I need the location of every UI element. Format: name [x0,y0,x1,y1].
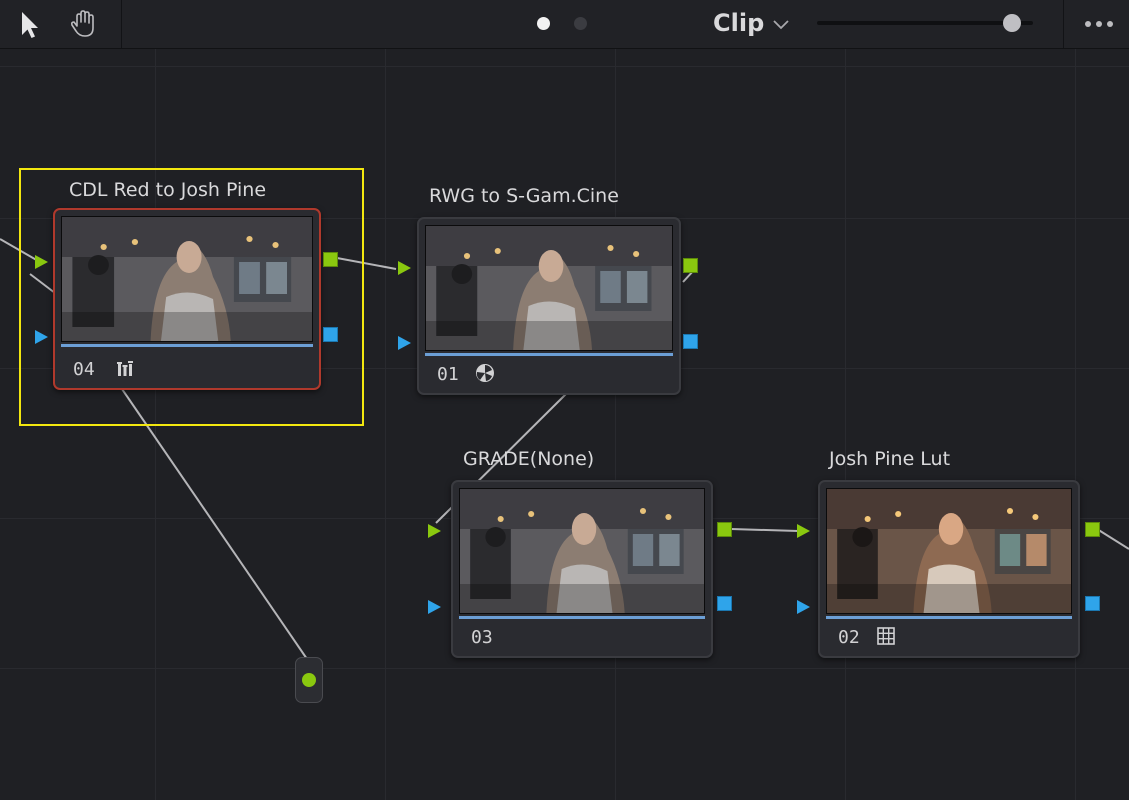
rgb-output-port[interactable] [323,252,338,267]
node-editor-toolbar: Clip [0,0,1129,49]
node-progress-bar [425,353,673,356]
mode-selector-label[interactable]: Clip [713,9,764,37]
thumbnail-image [827,489,1071,613]
more-dots-icon[interactable] [1080,14,1120,34]
hand-icon [70,10,94,37]
thumbnail-image [62,217,312,341]
zoom-slider-track[interactable] [817,21,1033,25]
node-number: 01 [437,364,459,385]
node-number: 02 [838,627,860,648]
node-graph-canvas[interactable]: CDL Red to Josh Pine 04 RWG to S-Gam.Cin… [0,49,1129,800]
rgb-output-port[interactable] [717,522,732,537]
corrector-node[interactable]: 03 [451,480,713,658]
rgb-output-port[interactable] [1085,522,1100,537]
thumbnail-image [460,489,704,613]
color-space-transform-icon [476,364,494,382]
page-dot-active[interactable] [537,17,550,30]
pointer-tool-button[interactable] [12,6,48,42]
node-label: GRADE(None) [463,448,595,470]
node-number: 03 [471,627,493,648]
toolbar-divider [1063,0,1064,48]
alpha-input-port[interactable] [398,336,411,350]
thumbnail-image [426,226,672,350]
corrector-node[interactable]: 02 [818,480,1080,658]
node-number: 04 [73,359,95,380]
output-port[interactable] [302,673,316,687]
node-label: CDL Red to Josh Pine [69,179,267,201]
node-progress-bar [61,344,313,347]
arrow-pointer-icon [22,12,38,38]
node-progress-bar [826,616,1072,619]
alpha-input-port[interactable] [797,600,810,614]
rgb-input-port[interactable] [35,255,48,269]
rgb-input-port[interactable] [398,261,411,275]
alpha-output-port[interactable] [683,334,698,349]
alpha-input-port[interactable] [428,600,441,614]
node-thumbnail [425,225,673,351]
rgb-mixer-icon [117,361,133,376]
rgb-output-port[interactable] [683,258,698,273]
alpha-input-port[interactable] [35,330,48,344]
chevron-down-icon[interactable] [771,16,791,32]
node-progress-bar [459,616,705,619]
page-dot-inactive[interactable] [574,17,587,30]
clip-output-node[interactable] [295,657,323,703]
node-label: Josh Pine Lut [829,448,951,470]
alpha-output-port[interactable] [1085,596,1100,611]
node-thumbnail [459,488,705,614]
node-label: RWG to S-Gam.Cine [429,185,619,207]
alpha-output-port[interactable] [717,596,732,611]
rgb-input-port[interactable] [428,524,441,538]
node-thumbnail [826,488,1072,614]
hand-tool-button[interactable] [66,6,102,42]
alpha-output-port[interactable] [323,327,338,342]
node-thumbnail [61,216,313,342]
toolbar-divider [121,0,122,48]
rgb-input-port[interactable] [797,524,810,538]
zoom-slider-handle[interactable] [1003,14,1021,32]
corrector-node[interactable]: 04 [53,208,321,390]
corrector-node[interactable]: 01 [417,217,681,395]
lut-grid-icon [877,627,895,645]
